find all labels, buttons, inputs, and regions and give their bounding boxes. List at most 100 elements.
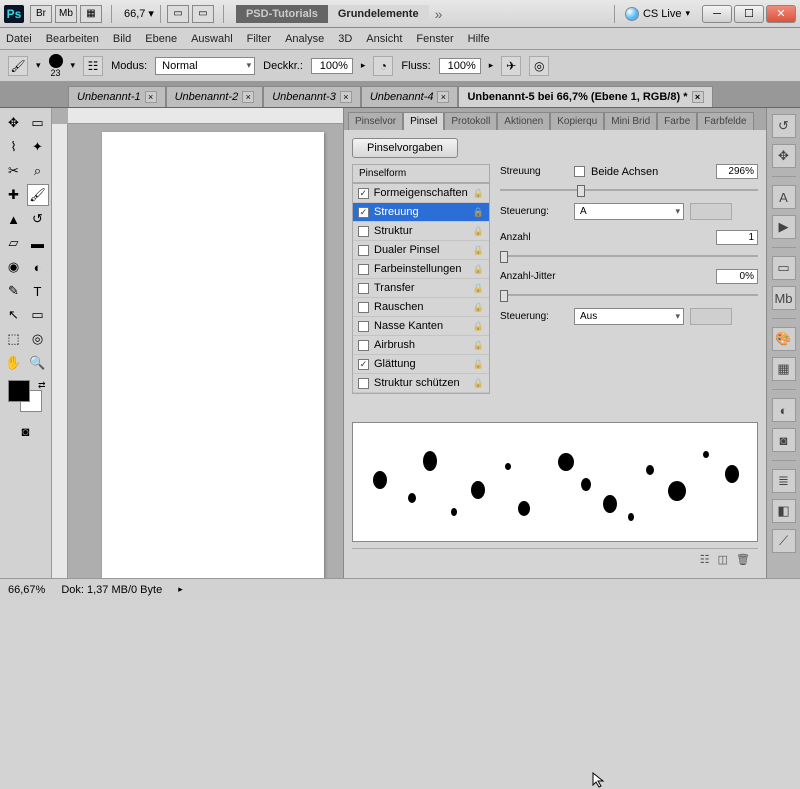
trash-icon[interactable]: 🗑: [736, 553, 750, 566]
doc-tab-4[interactable]: Unbenannt-4×: [361, 86, 459, 107]
panel-tab-pinselvor[interactable]: Pinselvor: [348, 112, 403, 130]
dock-history-icon[interactable]: ↺: [772, 114, 796, 138]
brush-option-item[interactable]: Struktur schützen🔒: [353, 374, 489, 393]
beide-achsen-checkbox[interactable]: [574, 166, 585, 177]
blur-tool[interactable]: ◉: [3, 256, 25, 278]
checkbox[interactable]: [358, 245, 369, 256]
close-icon[interactable]: ×: [692, 91, 704, 103]
marquee-tool[interactable]: ▭: [27, 112, 49, 134]
view-extras-button[interactable]: ▭: [167, 5, 189, 23]
doc-tab-3[interactable]: Unbenannt-3×: [263, 86, 361, 107]
minibridge-button[interactable]: Mb: [55, 5, 77, 23]
checkbox[interactable]: [358, 321, 369, 332]
canvas[interactable]: [102, 132, 324, 578]
path-tool[interactable]: ↖: [3, 304, 25, 326]
fg-color[interactable]: [8, 380, 30, 402]
brush-option-item[interactable]: Farbeinstellungen🔒: [353, 260, 489, 279]
anzahl-value[interactable]: 1: [716, 230, 758, 245]
lock-icon[interactable]: 🔒: [473, 207, 484, 218]
menu-filter[interactable]: Filter: [247, 33, 271, 45]
menu-auswahl[interactable]: Auswahl: [191, 33, 233, 45]
eraser-tool[interactable]: ▱: [3, 232, 25, 254]
lock-icon[interactable]: 🔒: [473, 321, 484, 332]
lock-icon[interactable]: 🔒: [473, 188, 484, 199]
checkbox[interactable]: [358, 359, 369, 370]
workspace-tab-tutorials[interactable]: PSD-Tutorials: [236, 5, 328, 23]
close-button[interactable]: ✕: [766, 5, 796, 23]
brush-option-item[interactable]: Airbrush🔒: [353, 336, 489, 355]
lock-icon[interactable]: 🔒: [473, 359, 484, 370]
swap-colors-icon[interactable]: ⇄: [38, 380, 46, 391]
brush-option-item[interactable]: Formeigenschaften🔒: [353, 184, 489, 203]
status-zoom[interactable]: 66,67%: [8, 584, 45, 596]
new-preset-icon[interactable]: ◫: [718, 553, 728, 566]
menu-ansicht[interactable]: Ansicht: [366, 33, 402, 45]
bridge-button[interactable]: Br: [30, 5, 52, 23]
lock-icon[interactable]: 🔒: [473, 226, 484, 237]
checkbox[interactable]: [358, 264, 369, 275]
dock-styles-icon[interactable]: ▦: [772, 357, 796, 381]
close-icon[interactable]: ×: [340, 91, 352, 103]
shape-tool[interactable]: ▭: [27, 304, 49, 326]
close-icon[interactable]: ×: [145, 91, 157, 103]
dodge-tool[interactable]: ◐: [27, 256, 49, 278]
history-brush-tool[interactable]: ↺: [27, 208, 49, 230]
steuerung2-dropdown[interactable]: Aus: [574, 308, 684, 325]
workspace-tab-grundelemente[interactable]: Grundelemente: [328, 5, 429, 23]
crop-tool[interactable]: ✂: [3, 160, 25, 182]
brush-tool-icon[interactable]: 🖌: [8, 56, 28, 76]
brush-option-item[interactable]: Streuung🔒: [353, 203, 489, 222]
hand-tool[interactable]: ✋: [3, 352, 25, 374]
dock-adjustments-icon[interactable]: ✥: [772, 144, 796, 168]
3d-camera-tool[interactable]: ◎: [27, 328, 49, 350]
3d-tool[interactable]: ⬚: [3, 328, 25, 350]
fluss-input[interactable]: 100%: [439, 58, 481, 74]
brush-option-item[interactable]: Transfer🔒: [353, 279, 489, 298]
menu-bearbeiten[interactable]: Bearbeiten: [46, 33, 99, 45]
eyedropper-tool[interactable]: ⌕: [27, 160, 49, 182]
panel-tab-pinsel[interactable]: Pinsel: [403, 112, 444, 130]
streuung-value[interactable]: 296%: [716, 164, 758, 179]
lock-icon[interactable]: 🔒: [473, 378, 484, 389]
status-doc[interactable]: Dok: 1,37 MB/0 Byte: [61, 584, 162, 596]
doc-tab-2[interactable]: Unbenannt-2×: [166, 86, 264, 107]
dock-mb-icon[interactable]: Mb: [772, 286, 796, 310]
zoom-level[interactable]: 66,7: [124, 8, 145, 20]
minimize-button[interactable]: ─: [702, 5, 732, 23]
dock-character-icon[interactable]: A: [772, 185, 796, 209]
doc-tab-1[interactable]: Unbenannt-1×: [68, 86, 166, 107]
grid-button[interactable]: ▦: [80, 5, 102, 23]
brush-option-item[interactable]: Struktur🔒: [353, 222, 489, 241]
brush-option-item[interactable]: Dualer Pinsel🔒: [353, 241, 489, 260]
lock-icon[interactable]: 🔒: [473, 340, 484, 351]
dock-play-icon[interactable]: ▶: [772, 215, 796, 239]
checkbox[interactable]: [358, 340, 369, 351]
brush-panel-toggle[interactable]: ☷: [83, 56, 103, 76]
color-swatches[interactable]: ⇄: [4, 380, 48, 418]
dock-mask-icon[interactable]: ◙: [772, 428, 796, 452]
menu-hilfe[interactable]: Hilfe: [468, 33, 490, 45]
screen-mode-button[interactable]: ▭: [192, 5, 214, 23]
dock-folder-icon[interactable]: ▭: [772, 256, 796, 280]
menu-bild[interactable]: Bild: [113, 33, 131, 45]
deckkr-input[interactable]: 100%: [311, 58, 353, 74]
panel-tab-protokoll[interactable]: Protokoll: [444, 112, 497, 130]
stamp-tool[interactable]: ▲: [3, 208, 25, 230]
doc-tab-active[interactable]: Unbenannt-5 bei 66,7% (Ebene 1, RGB/8) *…: [458, 86, 712, 107]
jitter-value[interactable]: 0%: [716, 269, 758, 284]
panel-tab-kopierqu[interactable]: Kopierqu: [550, 112, 604, 130]
brush-tool[interactable]: 🖌: [27, 184, 49, 206]
menu-datei[interactable]: Datei: [6, 33, 32, 45]
jitter-slider[interactable]: [500, 288, 758, 302]
dock-adjust2-icon[interactable]: ◐: [772, 398, 796, 422]
type-tool[interactable]: T: [27, 280, 49, 302]
panel-menu-icon[interactable]: ☷: [700, 553, 710, 566]
pen-tool[interactable]: ✎: [3, 280, 25, 302]
menu-fenster[interactable]: Fenster: [416, 33, 453, 45]
gradient-tool[interactable]: ▬: [27, 232, 49, 254]
lock-icon[interactable]: 🔒: [473, 283, 484, 294]
panel-tab-farbfelde[interactable]: Farbfelde: [697, 112, 753, 130]
streuung-slider[interactable]: [500, 183, 758, 197]
workspace-chevron-icon[interactable]: »: [435, 6, 443, 22]
dock-channels-icon[interactable]: ◧: [772, 499, 796, 523]
